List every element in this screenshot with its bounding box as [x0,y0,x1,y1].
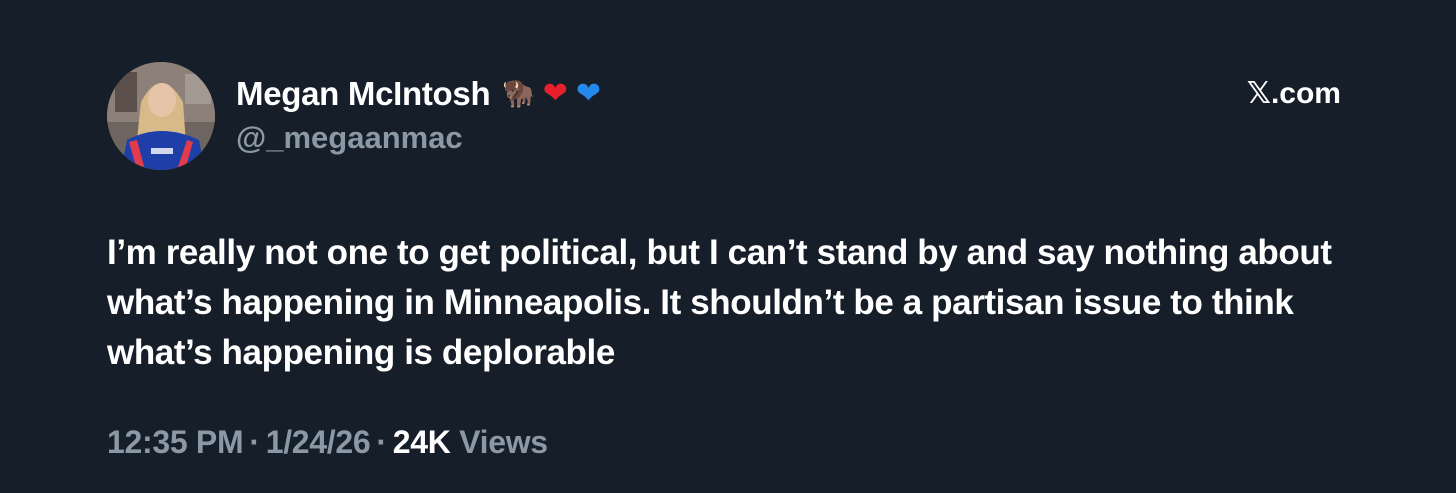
tweet-time[interactable]: 12:35 PM [107,424,244,460]
meta-separator: · [376,424,387,460]
meta-separator: · [249,424,260,460]
author-block: Megan McIntosh 🦬 ❤ ❤ @_megaanmac [236,72,601,156]
blue-heart-icon: ❤ [575,76,601,111]
display-name[interactable]: Megan McIntosh [236,75,491,113]
tweet-date[interactable]: 1/24/26 [266,424,371,460]
tweet-text: I’m really not one to get political, but… [107,233,1332,372]
avatar-photo [107,62,215,170]
avatar[interactable] [107,62,215,170]
views-count: 24K [392,424,451,460]
red-heart-icon: ❤ [542,76,568,111]
name-row: Megan McIntosh 🦬 ❤ ❤ [236,72,601,116]
tweet-meta: 12:35 PM · 1/24/26 · 24K Views [107,424,548,461]
bison-icon: 🦬 [502,79,535,109]
user-handle[interactable]: @_megaanmac [236,120,601,156]
tweet-card: Megan McIntosh 🦬 ❤ ❤ @_megaanmac 𝕏.com I… [0,0,1456,493]
source-label[interactable]: 𝕏.com [1247,76,1341,111]
views-label: Views [459,424,548,460]
